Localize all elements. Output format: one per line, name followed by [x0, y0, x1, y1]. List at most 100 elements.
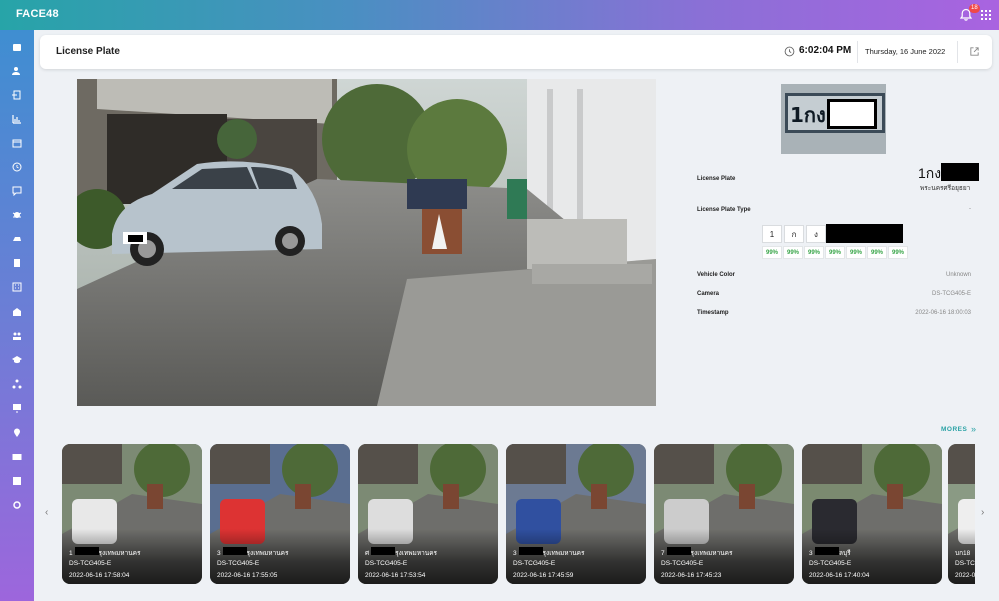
bar-chart-icon[interactable] — [11, 113, 23, 125]
license-plate-type-value: - — [969, 206, 971, 212]
plate-number: 1กง — [918, 165, 942, 181]
city-icon[interactable] — [11, 306, 23, 318]
history-camera: DS-TCG405-E — [513, 560, 556, 567]
carousel-prev-icon[interactable]: ‹ — [45, 507, 48, 518]
confidence-value: 99% — [825, 246, 845, 259]
history-card-clip: บก18 DS-TC 2022-0 — [948, 444, 975, 584]
history-card[interactable]: 3 ชลบุรี DS-TCG405-E 2022-06-16 17:40:04 — [802, 444, 942, 584]
plate-character: ง — [806, 225, 826, 243]
plate-characters-redaction — [826, 224, 903, 243]
brand-logo[interactable]: FACE48 — [16, 8, 59, 20]
history-plate-prefix: 1 — [69, 550, 73, 557]
plate-character: ก — [784, 225, 804, 243]
page-title: License Plate — [56, 46, 120, 57]
history-card[interactable]: บก18 DS-TC 2022-0 — [948, 444, 975, 584]
history-plate-redaction — [815, 547, 839, 555]
graduation-icon[interactable] — [11, 354, 23, 366]
history-plate-redaction — [75, 547, 99, 555]
external-link-icon[interactable] — [969, 46, 980, 57]
mores-link[interactable]: MORES — [941, 426, 967, 433]
clock-icon — [784, 46, 795, 57]
plate-redaction — [941, 163, 979, 181]
divider — [857, 41, 858, 63]
history-time: 2022-06-16 17:40:04 — [809, 572, 870, 579]
divider — [957, 41, 958, 63]
timestamp-value: 2022-06-16 18:00:03 — [915, 310, 971, 316]
sitemap-icon[interactable] — [11, 378, 23, 390]
plate-crop-image: 1กง — [781, 84, 886, 154]
apps-grid-icon[interactable] — [981, 10, 991, 20]
history-plate-prefix: บก18 — [955, 550, 971, 557]
history-time: 2022-06-16 17:45:23 — [661, 572, 722, 579]
history-camera: DS-TCG405-E — [809, 560, 852, 567]
car-icon[interactable] — [11, 233, 23, 245]
top-bar: FACE48 18 — [0, 0, 999, 30]
history-card[interactable]: 1 กรุงเทพมหานคร DS-TCG405-E 2022-06-16 17:5… — [62, 444, 202, 584]
login-icon[interactable] — [11, 89, 23, 101]
history-plate-prefix: 3 — [217, 550, 221, 557]
history-card[interactable]: ศ กรุงเทพมหานคร DS-TCG405-E 2022-06-16 17:5… — [358, 444, 498, 584]
history-plate-redaction — [519, 547, 543, 555]
plate-province: พระนครศรีอยุธยา — [920, 185, 971, 192]
people-icon[interactable] — [11, 330, 23, 342]
history-plate-redaction — [371, 547, 395, 555]
camera-value: DS-TCG405-E — [931, 291, 971, 297]
confidence-value: 99% — [888, 246, 908, 259]
history-card[interactable]: 3 กรุงเทพมหานคร DS-TCG405-E 2022-06-16 17:4… — [506, 444, 646, 584]
confidence-value: 99% — [804, 246, 824, 259]
document-icon[interactable] — [11, 257, 23, 269]
license-plate-label: License Plate — [697, 176, 736, 182]
history-camera: DS-TCG405-E — [661, 560, 704, 567]
clock-icon[interactable] — [11, 161, 23, 173]
history-card[interactable]: 3 กรุงเทพมหานคร DS-TCG405-E 2022-06-16 17:5… — [210, 444, 350, 584]
bug-icon[interactable] — [11, 209, 23, 221]
license-plate-type-label: License Plate Type — [697, 207, 751, 213]
plate-characters: 1กง — [762, 225, 826, 243]
double-chevron-right-icon[interactable]: » — [971, 424, 976, 434]
confidence-value: 99% — [783, 246, 803, 259]
history-province: กรุงเทพมหานคร — [242, 550, 289, 557]
notification-badge: 18 — [969, 4, 980, 13]
history-time: 2022-06-16 17:45:59 — [513, 572, 574, 579]
vehicle-snapshot[interactable] — [77, 79, 656, 406]
timestamp-label: Timestamp — [697, 310, 729, 316]
history-camera: DS-TCG405-E — [217, 560, 260, 567]
report-icon[interactable] — [11, 475, 23, 487]
history-plate-redaction — [667, 547, 691, 555]
monitor-icon[interactable] — [11, 402, 23, 414]
confidence-value: 99% — [846, 246, 866, 259]
plate-character: 1 — [762, 225, 782, 243]
history-province: กรุงเทพมหานคร — [538, 550, 585, 557]
location-pin-icon[interactable] — [11, 427, 23, 439]
carousel-next-icon[interactable]: › — [981, 507, 984, 518]
history-plate-prefix: 3 — [809, 550, 813, 557]
confidence-value: 99% — [867, 246, 887, 259]
building-icon[interactable] — [11, 281, 23, 293]
history-plate-prefix: ศ — [365, 550, 370, 557]
settings-icon[interactable] — [11, 499, 23, 511]
history-time: 2022-06-16 17:58:04 — [69, 572, 130, 579]
vehicle-color-value: Unknown — [945, 272, 971, 278]
history-plate: บก18 — [955, 548, 970, 558]
history-time: 2022-0 — [955, 572, 975, 579]
history-time: 2022-06-16 17:53:54 — [365, 572, 426, 579]
user-add-icon[interactable] — [11, 65, 23, 77]
history-plate-redaction — [223, 547, 247, 555]
history-camera: DS-TCG405-E — [69, 560, 112, 567]
history-camera: DS-TC — [955, 560, 975, 567]
message-icon[interactable] — [11, 185, 23, 197]
sidebar — [0, 30, 34, 601]
history-province: กรุงเทพมหานคร — [94, 550, 141, 557]
svg-text:1กง: 1กง — [790, 103, 826, 127]
history-time: 2022-06-16 17:55:05 — [217, 572, 278, 579]
character-confidences: 99% 99% 99% 99% 99% 99% 99% — [762, 246, 908, 259]
person-card-icon[interactable] — [11, 41, 23, 53]
id-card-icon[interactable] — [11, 451, 23, 463]
history-camera: DS-TCG405-E — [365, 560, 408, 567]
calendar-icon[interactable] — [11, 137, 23, 149]
history-province: กรุงเทพมหานคร — [391, 550, 438, 557]
current-time: 6:02:04 PM — [799, 45, 852, 56]
history-card[interactable]: 7 กรุงเทพมหานคร DS-TCG405-E 2022-06-16 17:4… — [654, 444, 794, 584]
camera-label: Camera — [697, 291, 720, 297]
current-date: Thursday, 16 June 2022 — [865, 47, 946, 56]
